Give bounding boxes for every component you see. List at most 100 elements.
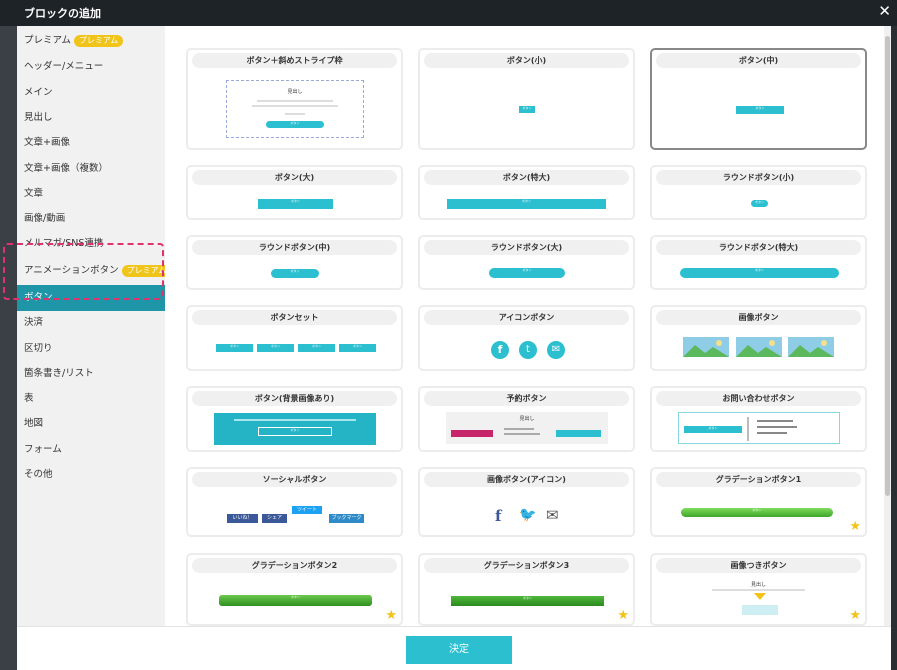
scroll-thumb[interactable] (885, 36, 890, 496)
block-card-title: グラデーションボタン2 (192, 558, 397, 573)
sidebar-item-label: プレミアム (24, 35, 71, 46)
block-card-gradient-button-1[interactable]: グラデーションボタン1 ボタン ★ (650, 467, 867, 537)
preview-button: ボタン (266, 121, 324, 128)
block-card-title: ラウンドボタン(中) (192, 240, 397, 255)
sidebar-item-text-image[interactable]: 文章+画像 (17, 131, 165, 155)
preview-button: ボタン (219, 595, 372, 606)
mail-icon: ✉ (547, 341, 565, 359)
premium-badge: プレミアム (73, 34, 124, 47)
background-image: ボタン (214, 413, 376, 445)
sidebar-item-text-image-multi[interactable]: 文章+画像（複数） (17, 157, 165, 181)
modal-footer: 決定 (17, 626, 891, 670)
arrow-down-icon (754, 593, 766, 600)
block-card-title: ボタン(背景画像あり) (192, 391, 397, 406)
tweet-button: ツイート (292, 506, 322, 514)
confirm-button[interactable]: 決定 (406, 636, 512, 664)
block-card-title: ラウンドボタン(大) (424, 240, 629, 255)
preview-button: ボタン (680, 268, 839, 278)
preview-button: ボタン (298, 344, 335, 352)
block-card-image-button-icon[interactable]: 画像ボタン(アイコン) f 🐦 ✉ (418, 467, 635, 537)
preview-button: ボタン (489, 268, 565, 278)
preview-text-line (252, 105, 338, 107)
block-card-gradient-button-3[interactable]: グラデーションボタン3 ボタン ★ (418, 553, 635, 626)
phone-text (504, 433, 540, 435)
sidebar-item-divider[interactable]: 区切り (17, 337, 165, 361)
block-card-round-button-large[interactable]: ラウンドボタン(大) ボタン (418, 235, 635, 290)
preview-button: ボタン (681, 508, 833, 517)
block-card-round-button-small[interactable]: ラウンドボタン(小) ボタン (650, 165, 867, 220)
preview-button: ボタン (447, 199, 606, 209)
block-card-reservation-button[interactable]: 予約ボタン 見出し (418, 386, 635, 452)
block-card-button-xlarge[interactable]: ボタン(特大) ボタン (418, 165, 635, 220)
block-card-title: 予約ボタン (424, 391, 629, 406)
sidebar-item-form[interactable]: フォーム (17, 438, 165, 462)
block-card-contact-button[interactable]: お問い合わせボタン ボタン (650, 386, 867, 452)
main-scrollbar[interactable] (884, 26, 891, 626)
block-card-title: お問い合わせボタン (656, 391, 861, 406)
block-card-gradient-button-2[interactable]: グラデーションボタン2 ボタン ★ (186, 553, 403, 626)
contact-text (757, 426, 797, 428)
preview-button: ボタン (339, 344, 376, 352)
sidebar-item-premium[interactable]: プレミアム プレミアム (17, 29, 165, 53)
block-card-title: ボタン＋斜めストライプ枠 (192, 53, 397, 68)
block-card-title: ラウンドボタン(小) (656, 170, 861, 185)
block-card-image-button[interactable]: 画像ボタン (650, 305, 867, 371)
premium-star-icon: ★ (385, 608, 397, 623)
block-card-button-large[interactable]: ボタン(大) ボタン (186, 165, 403, 220)
preview-button: ボタン (258, 427, 332, 436)
block-card-title: ボタン(大) (192, 170, 397, 185)
block-card-button-medium[interactable]: ボタン(中) ボタン (650, 48, 867, 150)
sidebar-item-main[interactable]: メイン (17, 81, 165, 105)
sidebar-item-button[interactable]: ボタン (17, 285, 165, 311)
sidebar-item-list[interactable]: 箇条書き/リスト (17, 362, 165, 386)
image-placeholder (742, 605, 778, 615)
block-card-image-with-button[interactable]: 画像つきボタン 見出し ★ (650, 553, 867, 626)
preview-text-line (257, 100, 333, 102)
sidebar-item-table[interactable]: 表 (17, 387, 165, 411)
block-card-title: ボタンセット (192, 310, 397, 325)
block-card-title: グラデーションボタン1 (656, 472, 861, 487)
facebook-share-button: シェア (262, 514, 287, 523)
sidebar-item-payment[interactable]: 決済 (17, 311, 165, 335)
sidebar-item-image-video[interactable]: 画像/動画 (17, 207, 165, 231)
reserve-button (451, 430, 493, 437)
phone-text (504, 428, 534, 430)
landscape-image-icon (683, 337, 729, 357)
sidebar-item-other[interactable]: その他 (17, 463, 165, 487)
block-card-button-bg-image[interactable]: ボタン(背景画像あり) ボタン (186, 386, 403, 452)
category-sidebar: プレミアム プレミアム ヘッダー/メニュー メイン 見出し 文章+画像 文章+画像… (17, 26, 172, 626)
block-card-button-small[interactable]: ボタン(小) ボタン (418, 48, 635, 150)
close-icon[interactable]: ✕ (878, 2, 891, 20)
sidebar-item-animation-button[interactable]: アニメーションボタン プレミアム (17, 259, 172, 283)
sidebar-item-heading[interactable]: 見出し (17, 106, 165, 130)
facebook-icon: f (491, 341, 509, 359)
facebook-icon: f (495, 507, 502, 525)
preview-button: ボタン (258, 199, 333, 209)
premium-star-icon: ★ (617, 608, 629, 623)
twitter-icon: 🐦 (519, 507, 537, 523)
block-card-icon-button[interactable]: アイコンボタン f t ✉ (418, 305, 635, 371)
block-card-button-set[interactable]: ボタンセット ボタン ボタン ボタン ボタン (186, 305, 403, 371)
preview-button: ボタン (257, 344, 294, 352)
block-card-title: ボタン(小) (424, 53, 629, 68)
sidebar-item-header-menu[interactable]: ヘッダー/メニュー (17, 55, 165, 79)
landscape-image-icon (736, 337, 782, 357)
preview-text-line (234, 419, 356, 421)
reservation-preview: 見出し (446, 412, 608, 444)
form-button (556, 430, 601, 437)
block-card-round-button-xlarge[interactable]: ラウンドボタン(特大) ボタン (650, 235, 867, 290)
preview-button: ボタン (451, 596, 604, 606)
background-editor-strip (0, 26, 17, 670)
block-card-round-button-medium[interactable]: ラウンドボタン(中) ボタン (186, 235, 403, 290)
premium-star-icon: ★ (849, 519, 861, 534)
block-card-title: 画像ボタン(アイコン) (424, 472, 629, 487)
block-card-title: ボタン(特大) (424, 170, 629, 185)
block-card-title: グラデーションボタン3 (424, 558, 629, 573)
block-card-social-button[interactable]: ソーシャルボタン いいね！ シェア ツイート ブックマーク (186, 467, 403, 537)
block-card-button-stripe[interactable]: ボタン＋斜めストライプ枠 見出し ボタン (186, 48, 403, 150)
sidebar-item-map[interactable]: 地図 (17, 412, 165, 436)
block-card-title: アイコンボタン (424, 310, 629, 325)
block-card-title: ソーシャルボタン (192, 472, 397, 487)
sidebar-item-text[interactable]: 文章 (17, 182, 165, 206)
sidebar-item-mailmag-sns[interactable]: メルマガ/SNS連携 (17, 232, 165, 256)
